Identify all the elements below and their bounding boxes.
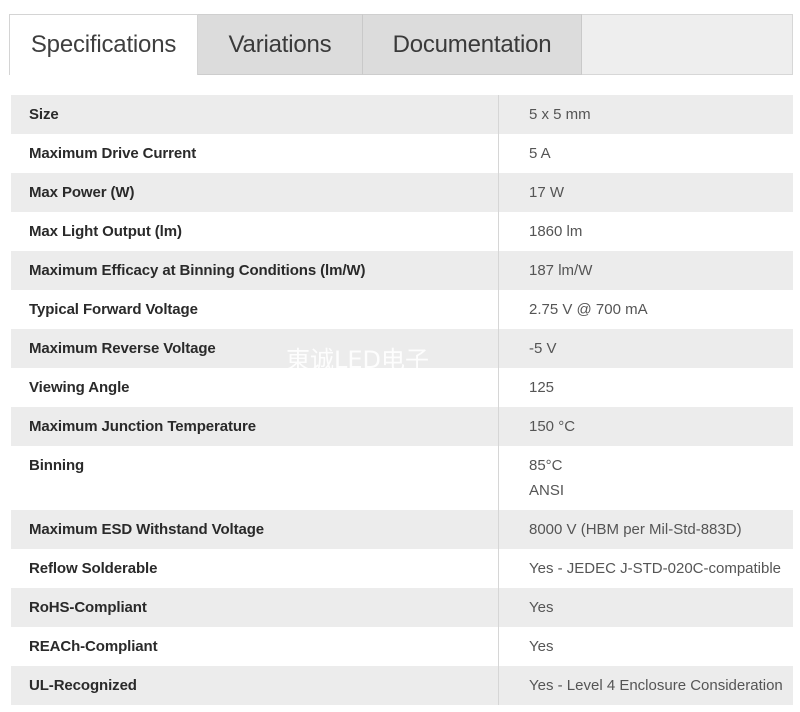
table-row: Size 5 x 5 mm [11, 95, 793, 134]
spec-value-line: 85°C [529, 457, 563, 474]
spec-value: 17 W [498, 173, 793, 212]
tab-variations[interactable]: Variations [198, 14, 363, 75]
tab-bar: Specifications Variations Documentation [9, 14, 793, 75]
spec-label: Size [29, 106, 59, 123]
spec-label: Maximum Drive Current [29, 145, 197, 162]
specifications-table: Size 5 x 5 mm Maximum Drive Current 5 A … [11, 95, 793, 705]
table-row: REACh-Compliant Yes [11, 627, 793, 666]
spec-value: Yes [498, 588, 793, 627]
spec-value: 5 x 5 mm [498, 95, 793, 134]
table-row: Maximum ESD Withstand Voltage 8000 V (HB… [11, 510, 793, 549]
spec-label: Typical Forward Voltage [29, 301, 198, 318]
spec-value: 187 lm/W [498, 251, 793, 290]
table-row: Maximum Efficacy at Binning Conditions (… [11, 251, 793, 290]
spec-label: Reflow Solderable [29, 560, 158, 577]
spec-value: 150 °C [498, 407, 793, 446]
table-row: Maximum Junction Temperature 150 °C [11, 407, 793, 446]
spec-label: Maximum Junction Temperature [29, 418, 256, 435]
spec-label: Viewing Angle [29, 379, 130, 396]
spec-label: UL-Recognized [29, 677, 137, 694]
table-row: Viewing Angle 125 [11, 368, 793, 407]
spec-label: Maximum Reverse Voltage [29, 340, 216, 357]
table-row: Typical Forward Voltage 2.75 V @ 700 mA [11, 290, 793, 329]
spec-value: Yes [498, 627, 793, 666]
spec-value: 5 A [498, 134, 793, 173]
spec-label: REACh-Compliant [29, 638, 158, 655]
spec-value: Yes - Level 4 Enclosure Consideration [498, 666, 793, 705]
table-row: Maximum Reverse Voltage -5 V [11, 329, 793, 368]
tab-documentation[interactable]: Documentation [363, 14, 582, 75]
spec-label: Max Power (W) [29, 184, 135, 201]
spec-value: Yes - JEDEC J-STD-020C-compatible [498, 549, 793, 588]
spec-label: Maximum Efficacy at Binning Conditions (… [29, 262, 366, 279]
spec-value: 85°C ANSI [498, 446, 793, 510]
table-row: UL-Recognized Yes - Level 4 Enclosure Co… [11, 666, 793, 705]
spec-label: Binning [29, 457, 85, 474]
spec-label: Max Light Output (lm) [29, 223, 182, 240]
spec-label: Maximum ESD Withstand Voltage [29, 521, 265, 538]
spec-value: 2.75 V @ 700 mA [498, 290, 793, 329]
table-row: Reflow Solderable Yes - JEDEC J-STD-020C… [11, 549, 793, 588]
spec-value: 125 [498, 368, 793, 407]
spec-label: RoHS-Compliant [29, 599, 147, 616]
tab-bar-filler [582, 14, 793, 75]
table-row: Maximum Drive Current 5 A [11, 134, 793, 173]
spec-value: 1860 lm [498, 212, 793, 251]
table-row: RoHS-Compliant Yes [11, 588, 793, 627]
spec-value: -5 V [498, 329, 793, 368]
tab-specifications[interactable]: Specifications [9, 14, 198, 75]
table-row: Binning 85°C ANSI [11, 446, 793, 510]
table-row: Max Power (W) 17 W [11, 173, 793, 212]
spec-value-line: ANSI [529, 482, 565, 499]
table-row: Max Light Output (lm) 1860 lm [11, 212, 793, 251]
spec-value: 8000 V (HBM per Mil-Std-883D) [498, 510, 793, 549]
